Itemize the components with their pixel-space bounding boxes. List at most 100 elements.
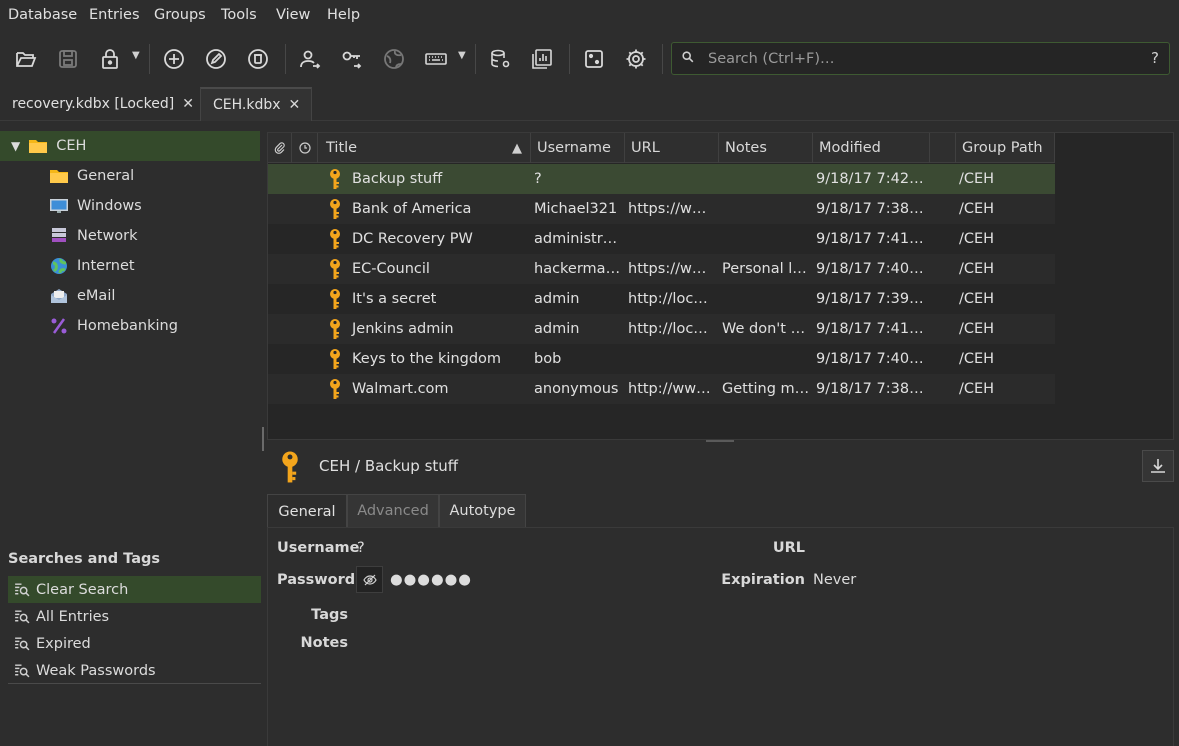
cell-path: /CEH [959, 261, 995, 277]
toggle-password-button[interactable] [356, 566, 383, 593]
database-gear-icon [491, 49, 510, 68]
entry-preview-header: CEH / Backup stuff [267, 448, 1174, 488]
delete-entry-button[interactable] [243, 44, 273, 74]
search-input[interactable] [708, 46, 1138, 71]
database-settings-button[interactable] [485, 44, 515, 74]
download-button[interactable] [1142, 450, 1174, 482]
chevron-down-icon[interactable]: ▼ [11, 139, 20, 153]
tab-general[interactable]: General [267, 494, 347, 528]
search-expired[interactable]: Expired [8, 630, 261, 657]
save-icon [59, 50, 77, 68]
column-label: Notes [725, 140, 767, 156]
column-username[interactable]: Username [531, 133, 625, 163]
tab-ceh-db[interactable]: CEH.kdbx ✕ [200, 87, 312, 121]
cell-username: anonymous [534, 381, 619, 397]
search-box: ? [671, 42, 1170, 75]
cell-path: /CEH [959, 381, 995, 397]
table-row[interactable]: Bank of America Michael321 https://ww… 9/18… [268, 194, 1055, 224]
add-entry-button[interactable] [159, 44, 189, 74]
panel-splitter[interactable] [262, 427, 264, 451]
menu-view[interactable]: View [276, 7, 310, 23]
column-spacer[interactable] [930, 133, 956, 163]
group-homebanking[interactable]: Homebanking [0, 311, 260, 341]
close-icon[interactable]: ✕ [182, 96, 194, 112]
open-database-button[interactable] [11, 44, 41, 74]
column-modified[interactable]: Modified [813, 133, 930, 163]
group-internet[interactable]: Internet [0, 251, 260, 281]
mail-icon [49, 287, 69, 305]
cell-title: Walmart.com [352, 381, 449, 397]
globe-icon [384, 49, 404, 69]
cell-username: administra… [534, 231, 622, 247]
search-clear[interactable]: Clear Search [8, 576, 261, 603]
cell-notes [718, 194, 810, 224]
column-group-path[interactable]: Group Path [956, 133, 1055, 163]
search-weak-passwords[interactable]: Weak Passwords [8, 657, 261, 684]
edit-entry-button[interactable] [201, 44, 231, 74]
folder-icon [28, 137, 48, 155]
table-row[interactable]: Backup stuff? 9/18/17 7:42 PM/CEH [268, 164, 1055, 194]
column-title[interactable]: Title ▲ [318, 133, 531, 163]
tab-label: CEH.kdbx [213, 97, 281, 113]
table-row[interactable]: EC-Council hackerma… https://ww… Personal l… [268, 254, 1055, 284]
menu-bar: Database Entries Groups Tools View Help [0, 0, 1179, 32]
password-generator-button[interactable] [579, 44, 609, 74]
sort-ascending-icon: ▲ [512, 140, 522, 156]
lock-database-button[interactable] [95, 44, 125, 74]
autotype-dropdown-icon[interactable]: ▼ [458, 50, 466, 61]
gear-icon [626, 49, 646, 69]
table-row[interactable]: Jenkins admin admin http://loca… We don't e… [268, 314, 1055, 344]
cell-url: http://loca… [628, 291, 716, 307]
search-list-icon [15, 610, 30, 624]
toolbar-separator [569, 44, 570, 74]
copy-username-button[interactable] [295, 44, 325, 74]
open-url-button[interactable] [379, 44, 409, 74]
globe-icon [49, 257, 69, 275]
cell-url: http://ww… [628, 381, 711, 397]
folder-open-icon [16, 52, 37, 67]
close-icon[interactable]: ✕ [289, 97, 301, 113]
table-row[interactable]: Walmart.com anonymous http://ww… Getting m…… [268, 374, 1055, 404]
autotype-button[interactable] [421, 44, 451, 74]
save-database-button[interactable] [53, 44, 83, 74]
table-header: Title ▲ Username URL Notes Modified Grou… [268, 133, 1055, 163]
tab-recovery-db[interactable]: recovery.kdbx [Locked] ✕ [0, 87, 200, 121]
menu-tools[interactable]: Tools [221, 7, 257, 23]
username-value[interactable]: ? [357, 540, 365, 556]
group-general[interactable]: General [0, 161, 260, 191]
cell-username: admin [534, 321, 580, 337]
group-label: Windows [77, 198, 142, 214]
password-value[interactable]: ●●●●●● [390, 572, 472, 588]
tab-advanced[interactable]: Advanced [347, 494, 439, 528]
cell-title: Jenkins admin [352, 321, 454, 337]
table-row[interactable]: It's a secret admin http://loca… 9/18/17 7:… [268, 284, 1055, 314]
menu-help[interactable]: Help [327, 7, 360, 23]
group-windows[interactable]: Windows [0, 191, 260, 221]
column-totp[interactable] [292, 133, 318, 163]
lock-dropdown-icon[interactable]: ▼ [132, 50, 140, 61]
settings-button[interactable] [621, 44, 651, 74]
table-row[interactable]: DC Recovery PW administra… 9/18/17 7:41 PM… [268, 224, 1055, 254]
cell-modified: 9/18/17 7:41 PM [816, 231, 927, 247]
reports-button[interactable] [527, 44, 557, 74]
column-attachment[interactable] [268, 133, 292, 163]
column-notes[interactable]: Notes [719, 133, 813, 163]
table-row[interactable]: Keys to the kingdom bob 9/18/17 7:40 PM/CE… [268, 344, 1055, 374]
expiration-value: Never [813, 572, 857, 588]
copy-password-button[interactable] [337, 44, 367, 74]
menu-database[interactable]: Database [8, 7, 77, 23]
cell-url [624, 164, 716, 194]
cell-url [624, 224, 716, 254]
group-root-ceh[interactable]: ▼ CEH [0, 131, 260, 161]
search-all-entries[interactable]: All Entries [8, 603, 261, 630]
download-icon [1151, 459, 1165, 473]
search-label: All Entries [36, 608, 110, 625]
group-email[interactable]: eMail [0, 281, 260, 311]
menu-groups[interactable]: Groups [154, 7, 206, 23]
column-url[interactable]: URL [625, 133, 719, 163]
tab-autotype[interactable]: Autotype [439, 494, 526, 528]
search-help-icon[interactable]: ? [1151, 49, 1159, 67]
menu-entries[interactable]: Entries [89, 7, 140, 23]
group-network[interactable]: Network [0, 221, 260, 251]
panel-splitter[interactable] [706, 440, 734, 442]
